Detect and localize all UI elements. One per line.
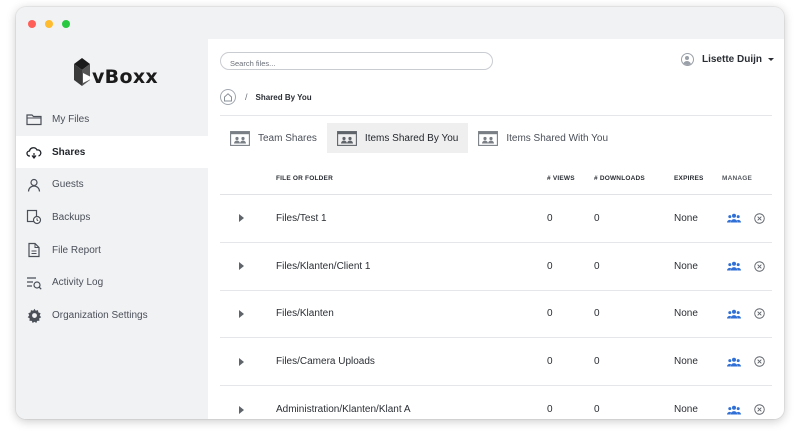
folder-icon [26, 111, 42, 127]
user-icon [26, 177, 42, 193]
search-input[interactable] [221, 55, 492, 72]
sidebar-item-activity-log[interactable]: Activity Log [16, 266, 208, 299]
shares-table: FILE OR FOLDER # VIEWS # DOWNLOADS EXPIR… [220, 162, 772, 419]
expand-row-icon[interactable] [239, 405, 244, 414]
window-titlebar [16, 7, 784, 39]
column-header-manage: MANAGE [722, 174, 753, 182]
tab-team-shares[interactable]: Team Shares [220, 123, 327, 153]
shared-with-you-icon [478, 130, 499, 146]
file-name: Files/Klanten [276, 308, 334, 320]
table-row[interactable]: Files/Klanten 0 0 None [220, 291, 772, 339]
column-header-file[interactable]: FILE OR FOLDER [276, 175, 547, 182]
sidebar-item-guests[interactable]: Guests [16, 168, 208, 201]
downloads-count: 0 [594, 212, 600, 224]
expires-value: None [674, 356, 698, 368]
app-window: vBoxx My Files Shares Guests Backups Fil… [16, 7, 784, 419]
sidebar: vBoxx My Files Shares Guests Backups Fil… [16, 39, 208, 419]
expires-value: None [674, 308, 698, 320]
expires-value: None [674, 260, 698, 272]
chevron-down-icon [768, 58, 774, 61]
table-row[interactable]: Files/Test 1 0 0 None [220, 195, 772, 243]
manage-users-icon[interactable] [727, 357, 741, 367]
divider [220, 115, 772, 116]
table-header: FILE OR FOLDER # VIEWS # DOWNLOADS EXPIR… [220, 162, 772, 195]
file-name: Files/Test 1 [276, 212, 327, 224]
downloads-count: 0 [594, 308, 600, 320]
gear-icon [26, 307, 42, 323]
sidebar-item-organization-settings[interactable]: Organization Settings [16, 299, 208, 332]
backup-icon [26, 209, 42, 225]
home-icon[interactable] [220, 89, 236, 105]
sidebar-item-label: My Files [52, 113, 90, 125]
file-name: Files/Klanten/Client 1 [276, 260, 371, 272]
main-content: Lisette Duijn / Shared By You Team Share… [208, 39, 784, 419]
sidebar-item-label: Organization Settings [52, 309, 148, 321]
breadcrumb-current: Shared By You [255, 92, 312, 102]
shared-by-you-icon [336, 130, 357, 146]
user-name: Lisette Duijn [701, 54, 762, 65]
sidebar-item-file-report[interactable]: File Report [16, 234, 208, 267]
expires-value: None [674, 404, 698, 416]
sidebar-item-label: Shares [52, 146, 86, 158]
manage-users-icon[interactable] [727, 405, 741, 415]
remove-share-icon[interactable] [754, 356, 765, 368]
breadcrumb-separator: / [245, 92, 248, 102]
manage-users-icon[interactable] [727, 213, 741, 223]
file-report-icon [26, 242, 42, 258]
expand-row-icon[interactable] [239, 309, 244, 318]
sidebar-item-label: Guests [52, 179, 84, 191]
avatar [680, 53, 694, 66]
table-row[interactable]: Administration/Klanten/Klant A 0 0 None [220, 386, 772, 419]
vboxx-logo[interactable]: vBoxx [72, 53, 158, 93]
column-header-views[interactable]: # VIEWS [547, 175, 594, 182]
sidebar-item-my-files[interactable]: My Files [16, 103, 208, 136]
file-name: Files/Camera Uploads [276, 356, 375, 368]
tab-items-shared-with-you[interactable]: Items Shared With You [468, 123, 618, 153]
views-count: 0 [547, 260, 553, 272]
sidebar-item-label: Backups [52, 211, 91, 223]
expand-row-icon[interactable] [239, 214, 244, 223]
downloads-count: 0 [594, 260, 600, 272]
tab-items-shared-by-you[interactable]: Items Shared By You [326, 123, 469, 153]
sidebar-item-backups[interactable]: Backups [16, 201, 208, 234]
downloads-count: 0 [594, 356, 600, 368]
table-row[interactable]: Files/Klanten/Client 1 0 0 None [220, 243, 772, 291]
minimize-window-button[interactable] [45, 20, 53, 28]
remove-share-icon[interactable] [754, 260, 765, 272]
expand-row-icon[interactable] [239, 262, 244, 271]
views-count: 0 [547, 404, 553, 416]
user-menu[interactable]: Lisette Duijn [680, 53, 774, 66]
views-count: 0 [547, 356, 553, 368]
file-name: Administration/Klanten/Klant A [276, 404, 411, 416]
downloads-count: 0 [594, 404, 600, 416]
search-box [220, 52, 493, 72]
manage-users-icon[interactable] [727, 309, 741, 319]
sidebar-item-label: Activity Log [52, 277, 104, 289]
cloud-share-icon [26, 144, 42, 160]
maximize-window-button[interactable] [62, 20, 70, 28]
share-tabs: Team Shares Items Shared By You Items Sh… [220, 123, 618, 153]
expand-row-icon[interactable] [239, 357, 244, 366]
sidebar-item-shares[interactable]: Shares [16, 135, 208, 169]
tab-label: Team Shares [258, 132, 317, 144]
remove-share-icon[interactable] [754, 213, 765, 224]
manage-users-icon[interactable] [727, 261, 741, 271]
table-row[interactable]: Files/Camera Uploads 0 0 None [220, 338, 772, 387]
tab-label: Items Shared By You [364, 132, 459, 144]
close-window-button[interactable] [28, 20, 36, 28]
sidebar-nav: My Files Shares Guests Backups File Repo… [16, 103, 208, 332]
column-header-expires[interactable]: EXPIRES [674, 175, 722, 182]
sidebar-item-label: File Report [52, 244, 101, 256]
views-count: 0 [547, 212, 553, 224]
breadcrumb: / Shared By You [220, 89, 312, 105]
activity-log-icon [26, 275, 42, 291]
column-header-downloads[interactable]: # DOWNLOADS [594, 175, 674, 182]
team-shares-icon [230, 130, 250, 146]
expires-value: None [674, 212, 698, 224]
views-count: 0 [547, 308, 553, 320]
remove-share-icon[interactable] [754, 308, 765, 320]
tab-label: Items Shared With You [506, 132, 609, 144]
remove-share-icon[interactable] [754, 404, 765, 415]
logo-text: vBoxx [92, 66, 158, 88]
